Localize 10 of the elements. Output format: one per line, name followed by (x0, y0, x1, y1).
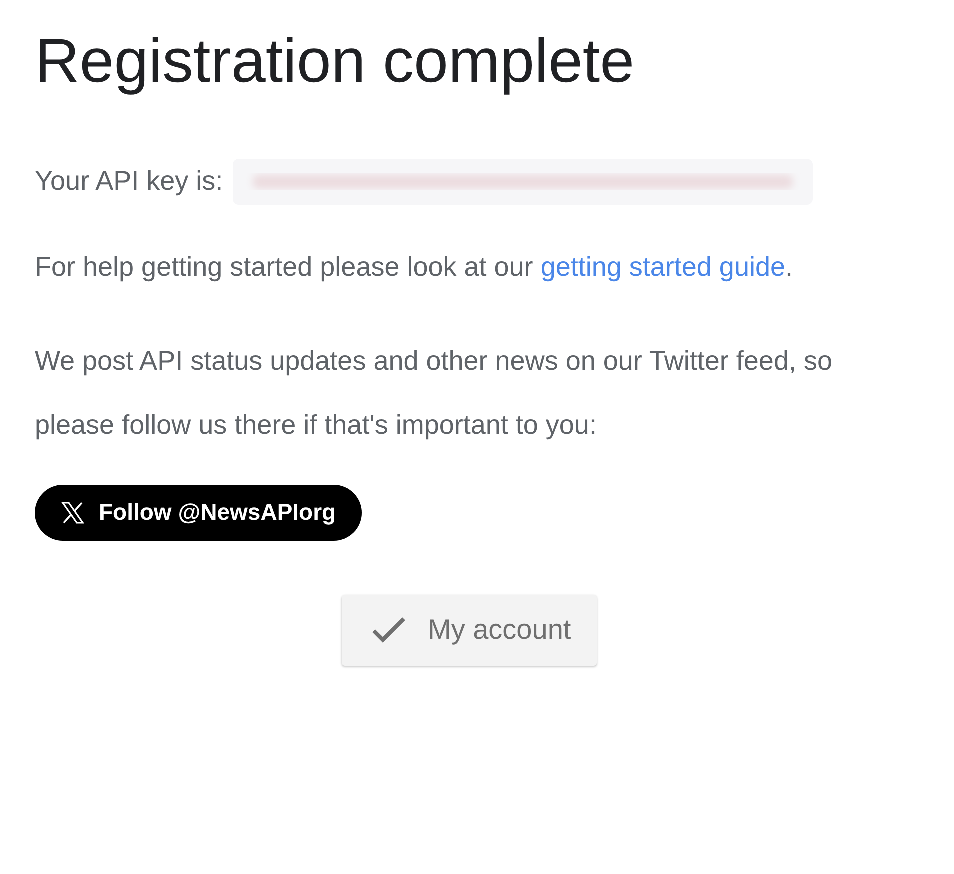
follow-button[interactable]: Follow @NewsAPIorg (35, 484, 362, 541)
twitter-note: We post API status updates and other news on our Twitter feed, so please follow us there if that's important to you: (35, 344, 834, 442)
guide-link[interactable]: getting started guide (540, 252, 786, 282)
checkmark-icon (372, 617, 406, 644)
help-text: For help getting started please look at our getting started guide. (35, 250, 794, 284)
x-logo-icon (61, 500, 85, 525)
api-key-field[interactable] (233, 158, 814, 205)
page-title: Registration complete (35, 26, 636, 98)
my-account-button[interactable]: My account (342, 594, 598, 666)
api-key-label: Your API key is: (35, 166, 224, 198)
